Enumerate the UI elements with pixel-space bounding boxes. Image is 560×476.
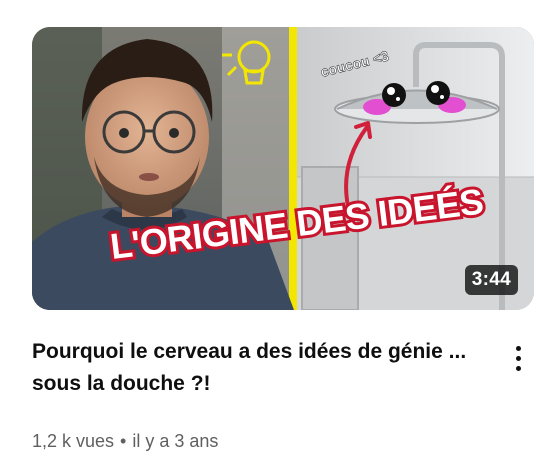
video-title[interactable]: Pourquoi le cerveau a des idées de génie… <box>32 336 502 400</box>
menu-dot <box>515 365 521 371</box>
view-count: 1,2 k vues <box>32 431 115 451</box>
video-meta: Pourquoi le cerveau a des idées de génie… <box>32 336 502 400</box>
more-vert-icon[interactable] <box>504 338 532 378</box>
upload-age: il y a 3 ans <box>132 431 219 451</box>
menu-dot <box>515 345 521 351</box>
menu-dot <box>515 355 521 361</box>
video-card: coucou <3 L'ORIGINE DES IDEÉS 3:44 Pourq… <box>0 0 560 476</box>
video-thumbnail[interactable]: coucou <3 L'ORIGINE DES IDEÉS 3:44 <box>32 27 534 310</box>
separator-dot: • <box>120 431 127 451</box>
video-stats: 1,2 k vues • il y a 3 ans <box>32 431 218 452</box>
duration-badge: 3:44 <box>464 265 518 295</box>
thumbnail-image: coucou <3 L'ORIGINE DES IDEÉS <box>32 27 534 310</box>
